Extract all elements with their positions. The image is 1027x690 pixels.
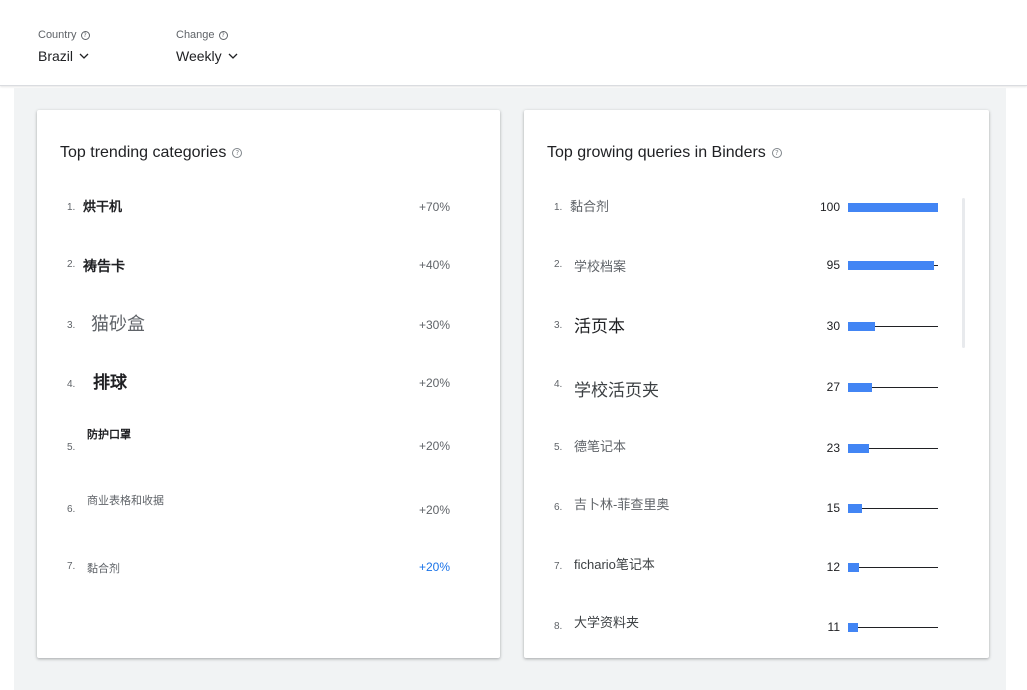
change-value: Weekly [176, 48, 222, 64]
item-name: 祷告卡 [83, 258, 125, 274]
growing-queries-card: Top growing queries in Binders ? 1. 黏合剂 … [524, 110, 989, 658]
change-percent: +30% [418, 318, 450, 332]
score-bar [848, 623, 938, 632]
list-item[interactable]: 2. 祷告卡 +40% [37, 256, 500, 286]
score-bar [848, 563, 938, 572]
score-value: 27 [826, 380, 840, 394]
score-bar-fill [848, 504, 862, 513]
list-item[interactable]: 8. 大学资料夹 11 [524, 612, 989, 642]
chevron-down-icon [228, 53, 238, 59]
list-item[interactable]: 7. 黏合剂 +20% [37, 560, 500, 590]
item-name: 吉卜林-菲查里奥 [574, 497, 670, 512]
rank: 7. [554, 561, 563, 572]
change-percent: +20% [418, 376, 450, 390]
rank: 3. [554, 320, 563, 331]
score-value: 100 [819, 200, 840, 214]
item-name: 猫砂盒 [91, 314, 145, 334]
country-value: Brazil [38, 48, 74, 64]
rank: 6. [67, 504, 76, 515]
list-item[interactable]: 6. 商业表格和收据 +20% [37, 492, 500, 522]
score-bar [848, 203, 938, 212]
change-percent: +40% [418, 258, 450, 272]
content-area: Top trending categories ? 1. 烘干机 +70% 2.… [14, 88, 1006, 690]
help-icon[interactable]: ? [232, 148, 243, 158]
item-name: fichario笔记本 [574, 557, 655, 572]
item-name: 烘干机 [83, 199, 123, 214]
item-name: 防护口罩 [87, 429, 131, 441]
list-item[interactable]: 5. 防护口罩 +20% [37, 426, 500, 456]
score-value: 23 [826, 441, 840, 455]
country-filter-label: Country [38, 29, 77, 41]
score-bar-fill [848, 623, 858, 632]
list-item[interactable]: 1. 黏合剂 100 [524, 196, 989, 226]
score-bar-fill [848, 322, 875, 331]
score-bar [848, 261, 938, 270]
list-item[interactable]: 2. 学校档案 95 [524, 256, 989, 286]
list-item[interactable]: 4. 学校活页夹 27 [524, 376, 989, 406]
rank: 4. [67, 379, 76, 390]
list-item[interactable]: 3. 猫砂盒 +30% [37, 310, 500, 340]
rank: 2. [554, 259, 563, 270]
item-name: 排球 [93, 373, 127, 392]
item-name: 活页本 [574, 317, 625, 336]
rank: 3. [67, 320, 76, 331]
score-bar-fill [848, 261, 934, 270]
item-name: 学校档案 [574, 259, 627, 274]
change-percent: +20% [418, 503, 450, 517]
country-select[interactable]: Brazil [38, 48, 90, 64]
score-value: 30 [826, 319, 840, 333]
change-percent: +20% [418, 439, 450, 453]
card-title: Top growing queries in Binders [547, 144, 766, 161]
chevron-down-icon [79, 53, 89, 59]
help-icon[interactable]: ? [218, 30, 228, 40]
rank: 5. [67, 442, 76, 453]
item-name: 德笔记本 [574, 439, 627, 454]
list-item[interactable]: 7. fichario笔记本 12 [524, 554, 989, 584]
rank: 8. [554, 621, 563, 632]
rank: 1. [554, 202, 563, 213]
change-percent: +70% [418, 200, 450, 214]
score-bar [848, 383, 938, 392]
list-item[interactable]: 1. 烘干机 +70% [37, 196, 500, 226]
filter-bar: Country ? Brazil Change ? Weekly [0, 0, 1027, 86]
score-value: 11 [827, 620, 840, 634]
item-name: 大学资料夹 [574, 615, 640, 630]
score-bar-fill [848, 444, 869, 453]
list-item[interactable]: 3. 活页本 30 [524, 312, 989, 342]
score-value: 12 [826, 560, 840, 574]
rank: 6. [554, 502, 563, 513]
change-filter-label: Change [176, 29, 215, 41]
score-bar [848, 322, 938, 331]
list-item[interactable]: 4. 排球 +20% [37, 368, 500, 398]
card-title: Top trending categories [60, 144, 227, 161]
score-value: 95 [826, 258, 840, 272]
list-item[interactable]: 5. 德笔记本 23 [524, 436, 989, 466]
change-percent: +20% [418, 560, 450, 574]
score-bar [848, 504, 938, 513]
score-bar-fill [848, 383, 873, 392]
item-name: 商业表格和收据 [87, 495, 164, 507]
item-name: 黏合剂 [87, 563, 120, 575]
rank: 4. [554, 379, 563, 390]
score-bar [848, 444, 938, 453]
item-name: 黏合剂 [570, 199, 610, 214]
rank: 7. [67, 561, 76, 572]
rank: 5. [554, 442, 563, 453]
rank: 2. [67, 259, 76, 270]
item-name: 学校活页夹 [574, 381, 659, 400]
score-value: 15 [826, 501, 840, 515]
rank: 1. [67, 202, 76, 213]
country-filter[interactable]: Country ? Brazil [38, 28, 90, 64]
list-item[interactable]: 6. 吉卜林-菲查里奥 15 [524, 494, 989, 524]
trending-categories-card: Top trending categories ? 1. 烘干机 +70% 2.… [37, 110, 500, 658]
help-icon[interactable]: ? [771, 148, 782, 158]
score-bar-fill [848, 563, 859, 572]
change-filter[interactable]: Change ? Weekly [176, 28, 238, 64]
score-bar-fill [848, 203, 938, 212]
help-icon[interactable]: ? [80, 30, 90, 40]
change-select[interactable]: Weekly [176, 48, 238, 64]
